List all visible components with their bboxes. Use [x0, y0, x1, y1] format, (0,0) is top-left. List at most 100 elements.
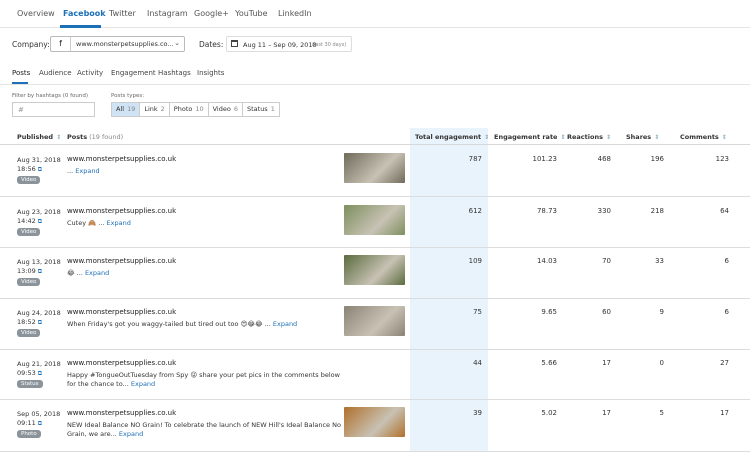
- table-header: Published ⇕ Posts (19 found) Total engagem…: [0, 129, 750, 145]
- subtab-audience[interactable]: Audience: [39, 69, 72, 77]
- post-message-text: NEW Ideal Balance NO Grain! To celebrate…: [67, 421, 341, 438]
- post-account[interactable]: www.monsterpetsupplies.co.uk: [67, 257, 176, 265]
- external-link-icon[interactable]: ⧉: [38, 268, 42, 275]
- post-account[interactable]: www.monsterpetsupplies.co.uk: [67, 409, 176, 417]
- post-type-video[interactable]: Video 6: [208, 102, 243, 117]
- metric-total: 109: [468, 257, 482, 265]
- table-row[interactable]: Aug 23, 2018 14:42 ⧉ Video www.monsterpetsup…: [0, 198, 750, 248]
- post-time: 13:09 ⧉: [17, 267, 42, 276]
- metric-shares: 196: [650, 155, 664, 163]
- tab-twitter[interactable]: Twitter: [109, 9, 136, 18]
- header-label: Total engagement: [415, 133, 482, 141]
- company-value: www.monsterpetsupplies.co...: [76, 40, 174, 48]
- tab-google-plus[interactable]: Google+: [194, 9, 229, 18]
- header-label: Published: [17, 133, 54, 141]
- tab-instagram[interactable]: Instagram: [147, 9, 188, 18]
- post-account[interactable]: www.monsterpetsupplies.co.uk: [67, 207, 176, 215]
- post-date: Sep 05, 2018: [17, 410, 61, 418]
- chevron-down-icon: ⌄: [174, 39, 180, 47]
- company-select[interactable]: f www.monsterpetsupplies.co... ⌄: [50, 36, 185, 52]
- post-type-badge: Photo: [17, 430, 41, 438]
- expand-link[interactable]: Expand: [119, 430, 143, 438]
- subtab-posts[interactable]: Posts: [12, 69, 30, 77]
- post-type-badge: Video: [17, 278, 41, 286]
- post-thumbnail[interactable]: [344, 407, 405, 437]
- header-published[interactable]: Published ⇕: [17, 133, 61, 141]
- metric-reactions: 70: [602, 257, 611, 265]
- external-link-icon[interactable]: ⧉: [38, 319, 42, 326]
- expand-link[interactable]: Expand: [131, 380, 155, 388]
- metric-shares: 33: [655, 257, 664, 265]
- post-date: Aug 23, 2018: [17, 208, 61, 216]
- metric-rate: 5.02: [541, 409, 557, 417]
- table-row[interactable]: Sep 05, 2018 09:11 ⧉ Photo www.monsterpetsup…: [0, 400, 750, 452]
- post-type-label: Status: [246, 105, 268, 113]
- expand-link[interactable]: Expand: [273, 320, 297, 328]
- table-row[interactable]: Aug 24, 2018 18:52 ⧉ Video www.monsterpetsup…: [0, 299, 750, 350]
- metric-total: 612: [468, 207, 482, 215]
- post-account[interactable]: www.monsterpetsupplies.co.uk: [67, 308, 176, 316]
- header-reactions[interactable]: Reactions ⇕: [567, 133, 611, 141]
- post-type-status[interactable]: Status 1: [242, 102, 280, 117]
- header-engagement-rate[interactable]: Engagement rate ⇕: [494, 133, 566, 141]
- post-account[interactable]: www.monsterpetsupplies.co.uk: [67, 155, 176, 163]
- post-type-label: Link: [144, 105, 158, 113]
- post-date: Aug 21, 2018: [17, 360, 61, 368]
- post-type-all[interactable]: All 19: [111, 102, 141, 117]
- header-comments[interactable]: Comments ⇕: [680, 133, 727, 141]
- post-thumbnail[interactable]: [344, 205, 405, 235]
- table-row[interactable]: Aug 31, 2018 18:56 ⧉ Video www.monsterpetsup…: [0, 146, 750, 197]
- header-total-engagement[interactable]: Total engagement ⇕: [415, 133, 489, 141]
- metric-comments: 17: [720, 409, 729, 417]
- subtab-insights[interactable]: Insights: [197, 69, 224, 77]
- post-time: 18:56 ⧉: [17, 165, 42, 174]
- header-label: Comments: [680, 133, 719, 141]
- header-posts: Posts (19 found): [67, 133, 123, 141]
- metric-rate: 101.23: [532, 155, 558, 163]
- post-type-photo[interactable]: Photo 10: [169, 102, 209, 117]
- post-type-link[interactable]: Link 2: [140, 102, 170, 117]
- metric-reactions: 17: [602, 409, 611, 417]
- sub-tabs: Posts Audience Activity Engagement Hasht…: [0, 68, 750, 82]
- tab-facebook[interactable]: Facebook: [63, 9, 106, 18]
- metric-reactions: 17: [602, 359, 611, 367]
- tab-overview[interactable]: Overview: [17, 9, 55, 18]
- table-row[interactable]: Aug 13, 2018 13:09 ⧉ Video www.monsterpetsup…: [0, 248, 750, 299]
- hashtag-input[interactable]: #: [12, 102, 95, 117]
- date-range-picker[interactable]: Aug 11 – Sep 09, 2018 (last 30 days): [226, 36, 352, 52]
- post-thumbnail[interactable]: [344, 153, 405, 183]
- company-label: Company:: [12, 40, 50, 49]
- post-thumbnail[interactable]: [344, 306, 405, 336]
- post-type-badge: Status: [17, 380, 43, 388]
- expand-link[interactable]: Expand: [75, 167, 99, 175]
- subtab-hashtags[interactable]: Hashtags: [158, 69, 191, 77]
- subtab-engagement[interactable]: Engagement: [111, 69, 156, 77]
- post-thumbnail[interactable]: [344, 255, 405, 285]
- metric-rate: 5.66: [541, 359, 557, 367]
- external-link-icon[interactable]: ⧉: [38, 166, 42, 173]
- external-link-icon[interactable]: ⧉: [38, 218, 42, 225]
- post-type-filter: All 19 Link 2 Photo 10 Video 6 Status 1: [111, 102, 280, 117]
- header-shares[interactable]: Shares ⇕: [626, 133, 659, 141]
- post-type-count: 19: [127, 105, 136, 113]
- external-link-icon[interactable]: ⧉: [38, 420, 42, 427]
- post-time: 18:52 ⧉: [17, 318, 42, 327]
- post-message: Happy #TongueOutTuesday from Spy 😜 share…: [67, 371, 342, 389]
- table-row[interactable]: Aug 21, 2018 09:53 ⧉ Status www.monsterpetsu…: [0, 350, 750, 400]
- expand-link[interactable]: Expand: [107, 219, 131, 227]
- post-type-badge: Video: [17, 176, 41, 184]
- tab-youtube[interactable]: YouTube: [235, 9, 268, 18]
- metric-total: 39: [473, 409, 482, 417]
- post-time: 14:42 ⧉: [17, 217, 42, 226]
- external-link-icon[interactable]: ⧉: [38, 370, 42, 377]
- date-range-hint: (last 30 days): [312, 42, 347, 48]
- post-account[interactable]: www.monsterpetsupplies.co.uk: [67, 359, 176, 367]
- post-message: Cutey 🙈 ... Expand: [67, 219, 342, 228]
- post-type-count: 2: [160, 105, 165, 113]
- header-label: Engagement rate: [494, 133, 558, 141]
- expand-link[interactable]: Expand: [85, 269, 109, 277]
- subtab-activity[interactable]: Activity: [77, 69, 103, 77]
- post-message-text: Happy #TongueOutTuesday from Spy 😜 share…: [67, 371, 340, 388]
- post-time-value: 14:42: [17, 217, 36, 225]
- tab-linkedin[interactable]: LinkedIn: [278, 9, 312, 18]
